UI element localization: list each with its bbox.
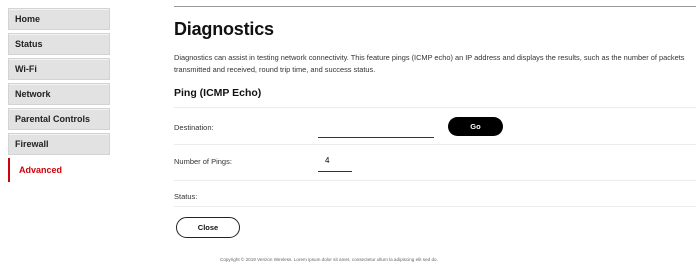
top-divider: [174, 6, 696, 7]
page-description: Diagnostics can assist in testing networ…: [174, 53, 685, 74]
destination-label: Destination:: [174, 123, 214, 132]
sidebar-item-firewall[interactable]: Firewall: [8, 133, 110, 155]
number-of-pings-input[interactable]: [318, 150, 352, 172]
row-divider: [174, 180, 696, 181]
sidebar-item-parental-controls[interactable]: Parental Controls: [8, 108, 110, 130]
row-divider: [174, 206, 696, 207]
footer-copyright: Copyright © 2019 Verizon Wireless. Lorem…: [220, 257, 438, 262]
sidebar-item-network[interactable]: Network: [8, 83, 110, 105]
row-divider: [174, 107, 696, 108]
row-divider: [174, 144, 696, 145]
section-title: Ping (ICMP Echo): [174, 87, 262, 99]
sidebar-item-home[interactable]: Home: [8, 8, 110, 30]
go-button[interactable]: Go: [448, 117, 503, 136]
sidebar-nav: Home Status Wi-Fi Network Parental Contr…: [8, 8, 110, 185]
sidebar-item-wifi[interactable]: Wi-Fi: [8, 58, 110, 80]
destination-input[interactable]: [318, 116, 434, 138]
sidebar-item-status[interactable]: Status: [8, 33, 110, 55]
number-of-pings-label: Number of Pings:: [174, 157, 232, 166]
close-button[interactable]: Close: [176, 217, 240, 238]
sidebar-item-advanced[interactable]: Advanced: [8, 158, 110, 182]
page-title: Diagnostics: [174, 19, 274, 39]
main-content: Diagnostics Diagnostics can assist in te…: [174, 0, 696, 275]
status-label: Status:: [174, 192, 198, 201]
